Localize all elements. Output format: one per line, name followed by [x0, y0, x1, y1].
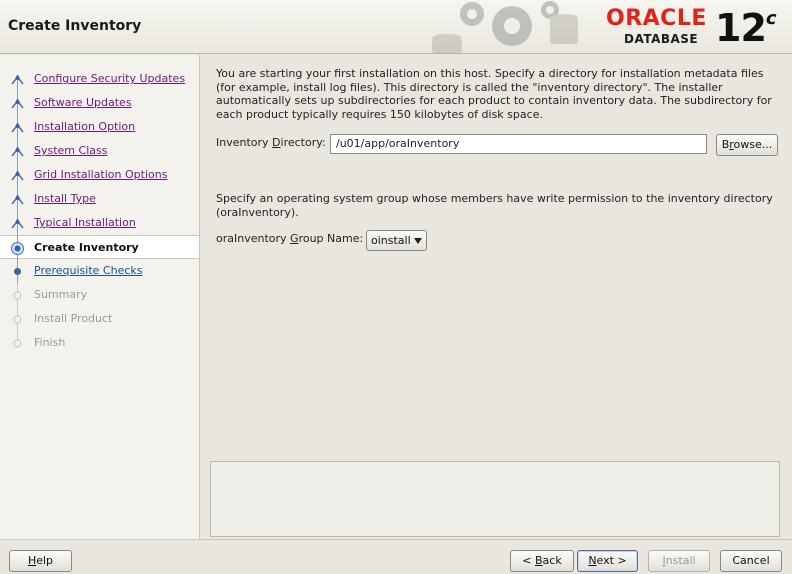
completed-step-icon — [11, 123, 24, 133]
inventory-directory-label: Inventory Directory: — [216, 136, 326, 149]
database-wordmark: DATABASE — [624, 32, 699, 46]
sidebar-item-system-class[interactable]: System Class — [0, 139, 199, 163]
sidebar-item-label: Software Updates — [34, 96, 132, 109]
group-name-label: oraInventory Group Name: — [216, 232, 364, 245]
sidebar-item-install-type[interactable]: Install Type — [0, 187, 199, 211]
cancel-button[interactable]: Cancel — [720, 550, 782, 572]
sidebar-item-configure-security-updates[interactable]: Configure Security Updates — [0, 67, 199, 91]
sidebar-item-label: Create Inventory — [34, 241, 139, 254]
page-title: Create Inventory — [8, 18, 142, 34]
completed-step-icon — [11, 195, 24, 205]
sidebar-item-label: Install Type — [34, 192, 96, 205]
group-description: Specify an operating system group whose … — [216, 192, 773, 219]
sidebar-item-create-inventory[interactable]: Create Inventory — [0, 235, 199, 260]
version-mark: 12c — [715, 6, 777, 50]
sidebar-item-label: Summary — [34, 288, 88, 301]
inventory-directory-input[interactable]: /u01/app/oraInventory — [330, 134, 707, 154]
oracle-logo: ORACLE DATABASE 12c — [600, 4, 790, 52]
wizard-footer: Help < Back Next > Install Cancel — [0, 539, 792, 574]
gears-graphic — [432, 1, 578, 54]
completed-step-icon — [11, 171, 24, 181]
completed-step-icon — [11, 147, 24, 157]
next-button[interactable]: Next > — [577, 550, 638, 572]
browse-button[interactable]: Browse... — [716, 134, 778, 156]
completed-step-icon — [11, 99, 24, 109]
sidebar-item-software-updates[interactable]: Software Updates — [0, 91, 199, 115]
sidebar-item-grid-installation-options[interactable]: Grid Installation Options — [0, 163, 199, 187]
main-panel: You are starting your first installation… — [201, 55, 792, 539]
sidebar-item-label: Finish — [34, 336, 66, 349]
sidebar-item-installation-option[interactable]: Installation Option — [0, 115, 199, 139]
group-name-value: oinstall — [371, 234, 411, 247]
sidebar-item-prerequisite-checks[interactable]: Prerequisite Checks — [0, 259, 199, 283]
next-step-icon — [14, 268, 21, 275]
sidebar-item-typical-installation[interactable]: Typical Installation — [0, 211, 199, 235]
intro-text: You are starting your first installation… — [216, 67, 772, 121]
sidebar-item-finish: Finish — [0, 331, 199, 355]
sidebar-item-label: Installation Option — [34, 120, 136, 133]
completed-step-icon — [11, 219, 24, 229]
sidebar-item-summary: Summary — [0, 283, 199, 307]
install-button[interactable]: Install — [648, 550, 710, 572]
current-step-icon — [11, 242, 24, 255]
sidebar-item-label: System Class — [34, 144, 108, 157]
oracle-wordmark: ORACLE — [606, 6, 707, 31]
pending-step-icon — [13, 339, 22, 348]
completed-step-icon — [11, 75, 24, 85]
sidebar-item-label: Prerequisite Checks — [34, 264, 143, 277]
help-button[interactable]: Help — [9, 550, 72, 572]
sidebar-item-label: Grid Installation Options — [34, 168, 168, 181]
steps-sidebar: Configure Security Updates Software Updat… — [0, 55, 200, 539]
back-button[interactable]: < Back — [510, 550, 574, 572]
sidebar-item-install-product: Install Product — [0, 307, 199, 331]
group-name-select[interactable]: oinstall — [366, 230, 427, 251]
message-area — [210, 461, 780, 537]
sidebar-item-label: Typical Installation — [34, 216, 136, 229]
pending-step-icon — [13, 315, 22, 324]
wizard-header: Create Inventory ORACLE DATABASE 12c — [0, 0, 792, 54]
pending-step-icon — [13, 291, 22, 300]
sidebar-item-label: Configure Security Updates — [34, 72, 186, 85]
chevron-down-icon — [414, 238, 422, 244]
sidebar-item-label: Install Product — [34, 312, 113, 325]
